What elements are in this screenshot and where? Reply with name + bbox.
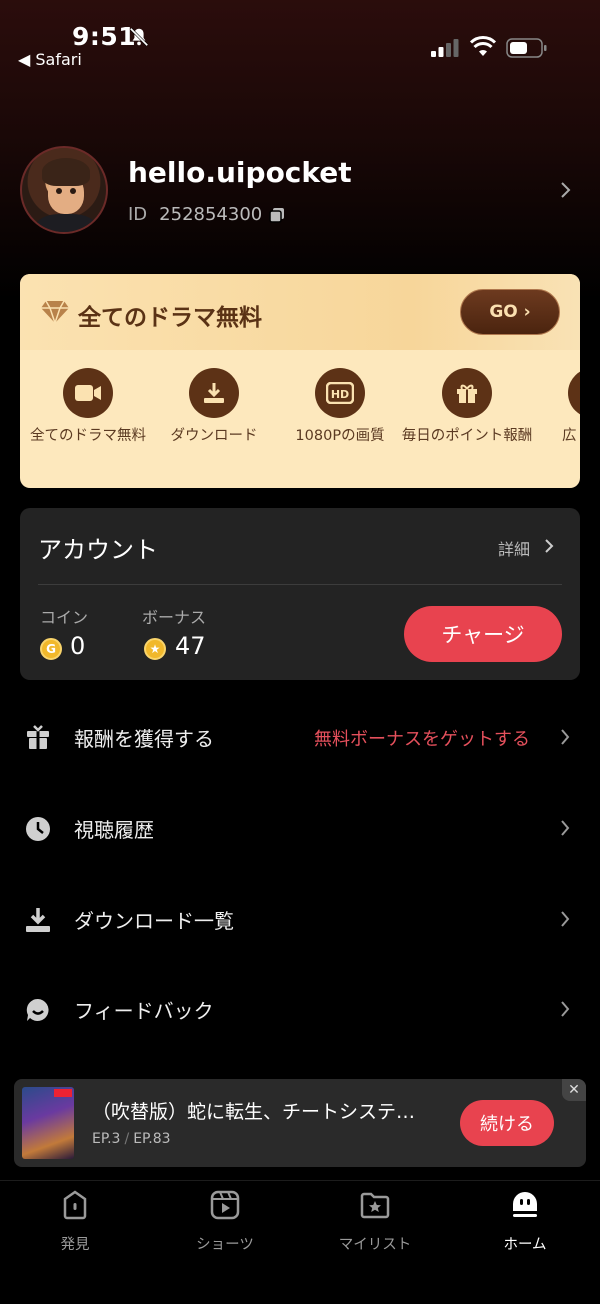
coin-value: 0	[70, 632, 86, 660]
chevron-right-icon	[561, 1001, 570, 1017]
perk-list: 全てのドラマ無料 ダウンロード HD 1080Pの画質 毎日のポイント報酬 広	[20, 368, 580, 478]
shorts-icon	[210, 1190, 240, 1220]
status-bar: 9:51 ◀ Safari	[0, 0, 600, 80]
bonus-star-icon: ★	[144, 638, 166, 660]
perk-item[interactable]: ダウンロード	[144, 368, 284, 447]
menu-item-history[interactable]: 視聴履歴	[0, 799, 600, 859]
chevron-right-icon[interactable]	[558, 180, 572, 200]
vip-title: 全てのドラマ無料	[78, 305, 262, 331]
tab-discover[interactable]: 発見	[15, 1189, 135, 1254]
menu-label: フィードバック	[74, 999, 214, 1023]
avatar[interactable]	[20, 146, 108, 234]
menu-item-downloads[interactable]: ダウンロード一覧	[0, 890, 600, 950]
copy-icon[interactable]	[268, 206, 286, 224]
tab-bar: 発見 ショーツ マイリスト ホーム	[0, 1180, 600, 1304]
menu-item-rewards[interactable]: 報酬を獲得する 無料ボーナスをゲットする	[0, 708, 600, 768]
coin-label: コイン	[40, 608, 89, 627]
menu-label: 報酬を獲得する	[74, 727, 214, 751]
user-id: ID 252854300	[128, 204, 262, 225]
chevron-right-icon	[561, 911, 570, 927]
tab-label: ショーツ	[196, 1237, 254, 1253]
download-icon	[189, 368, 239, 418]
gift-box-icon	[27, 725, 49, 749]
perk-item[interactable]: HD 1080Pの画質	[270, 368, 410, 447]
bonus-value: 47	[175, 632, 206, 660]
menu-label: ダウンロード一覧	[74, 909, 234, 933]
video-icon	[63, 368, 113, 418]
svg-text:HD: HD	[331, 388, 349, 401]
chat-icon	[26, 998, 49, 1021]
perk-label: ダウンロード	[170, 428, 258, 444]
perk-label: 毎日のポイント報酬	[401, 428, 533, 444]
tab-shorts[interactable]: ショーツ	[165, 1189, 285, 1254]
chevron-right-icon	[561, 729, 570, 745]
go-button[interactable]: GO ›	[460, 289, 560, 335]
perk-label: 全てのドラマ無料	[30, 428, 146, 444]
drama-title: （吹替版）蛇に転生、チートシステ…	[92, 1101, 416, 1123]
cellular-signal-icon	[431, 39, 459, 57]
mylist-icon	[360, 1192, 390, 1219]
menu-label: 視聴履歴	[74, 818, 154, 842]
gift-icon	[442, 368, 492, 418]
home-icon	[513, 1192, 537, 1217]
charge-button[interactable]: チャージ	[404, 606, 562, 662]
battery-icon	[506, 38, 547, 58]
hd-icon: HD	[315, 368, 365, 418]
bell-muted-icon	[129, 27, 149, 47]
coin-icon: G	[40, 638, 62, 660]
wifi-icon	[470, 36, 496, 56]
bonus-label: ボーナス	[142, 608, 207, 627]
current-episode: EP.3	[92, 1131, 121, 1147]
ad-icon	[568, 368, 580, 418]
tab-label: マイリスト	[338, 1237, 412, 1253]
tab-home[interactable]: ホーム	[465, 1189, 585, 1254]
total-episodes: EP.83	[133, 1131, 171, 1147]
user-id-label: ID	[128, 204, 148, 225]
status-time: 9:51	[72, 22, 137, 51]
vip-card[interactable]: 全てのドラマ無料 GO › 全てのドラマ無料 ダウンロード HD 1080Pの画…	[20, 274, 580, 488]
continue-button[interactable]: 続ける	[460, 1100, 554, 1146]
perk-item[interactable]: 広	[540, 368, 580, 447]
perk-label: 1080Pの画質	[295, 428, 385, 444]
account-detail-link[interactable]: 詳細	[498, 536, 530, 560]
chevron-right-icon[interactable]	[544, 538, 554, 554]
free-bonus-link[interactable]: 無料ボーナスをゲットする	[314, 725, 530, 751]
close-icon[interactable]: ✕	[562, 1079, 586, 1101]
tab-label: ホーム	[503, 1237, 547, 1253]
account-title: アカウント	[38, 536, 158, 564]
account-card: アカウント 詳細 コイン ボーナス G 0 ★ 47 チャージ	[20, 508, 580, 680]
divider	[38, 584, 562, 585]
drama-thumbnail[interactable]	[22, 1087, 74, 1159]
clock-icon	[26, 817, 50, 841]
user-id-value: 252854300	[159, 204, 263, 225]
menu-item-feedback[interactable]: フィードバック	[0, 980, 600, 1040]
username: hello.uipocket	[128, 156, 352, 189]
chevron-right-icon	[561, 820, 570, 836]
download-icon	[26, 908, 50, 932]
continue-watching-bar[interactable]: （吹替版）蛇に転生、チートシステ… EP.3/EP.83 続ける ✕	[14, 1079, 586, 1167]
tab-mylist[interactable]: マイリスト	[315, 1189, 435, 1254]
perk-item[interactable]: 毎日のポイント報酬	[397, 368, 537, 447]
episode-progress: EP.3/EP.83	[92, 1131, 171, 1147]
discover-icon	[63, 1190, 87, 1220]
diamond-icon	[41, 300, 69, 325]
perk-label: 広	[562, 428, 577, 444]
perk-item[interactable]: 全てのドラマ無料	[20, 368, 158, 447]
tab-label: 発見	[60, 1237, 90, 1253]
back-to-safari[interactable]: ◀ Safari	[18, 50, 82, 69]
